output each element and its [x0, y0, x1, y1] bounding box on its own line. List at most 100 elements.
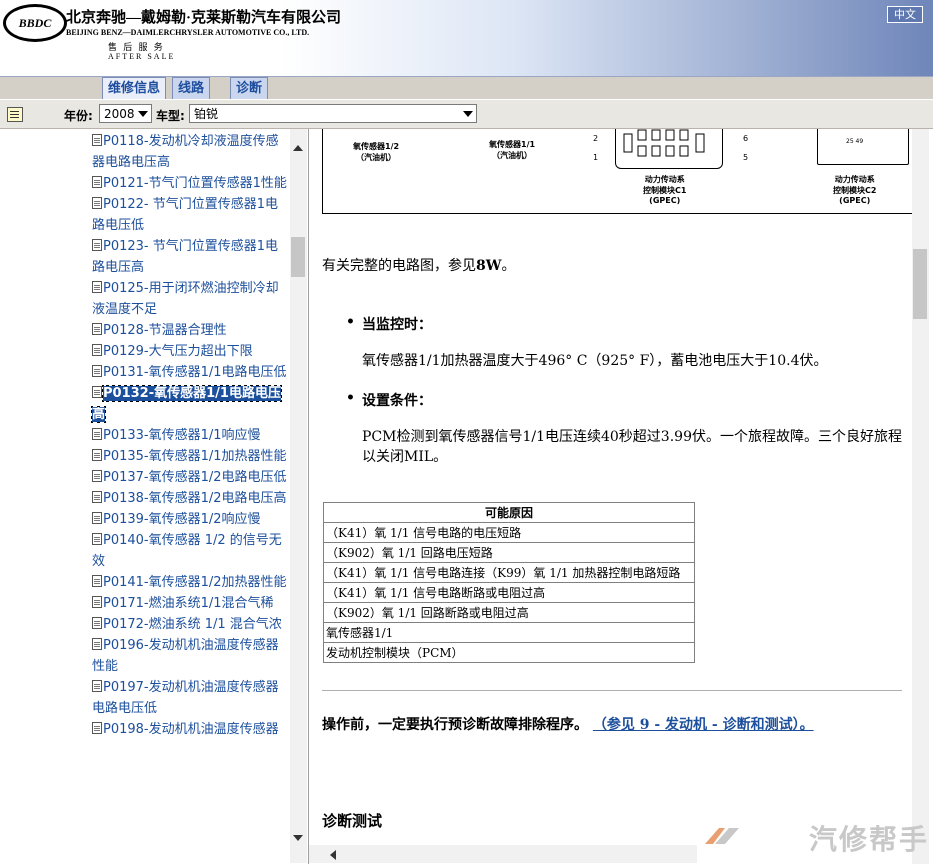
document-icon: [92, 722, 102, 734]
watermark-wrench-icon: [705, 828, 739, 844]
table-row: 发动机控制模块（PCM）: [323, 642, 695, 663]
language-button[interactable]: 中文: [887, 6, 923, 23]
tree-item[interactable]: P0122- 节气门位置传感器1电路电压低: [92, 194, 287, 236]
tree-item-label: P0122- 节气门位置传感器1电路电压低: [92, 197, 279, 233]
watermark-text: 汽修帮手: [808, 823, 929, 856]
tree-item-label: P0137-氧传感器1/2电路电压低: [103, 470, 287, 485]
table-row: （K902）氧 1/1 回路断路或电阻过高: [323, 602, 695, 623]
tree-item[interactable]: P0196-发动机机油温度传感器性能: [92, 635, 287, 677]
pcm-c2-line3: (GPEC): [839, 196, 871, 205]
document-icon: [92, 176, 102, 188]
circuit-diagram: 氧传感器1/2 （汽油机） 氧传感器1/1 （汽油机） 2 1 6 5 动力传动…: [322, 129, 913, 214]
table-row: （K41）氧 1/1 信号电路的电压短路: [323, 522, 695, 543]
scroll-up-icon[interactable]: [293, 145, 303, 151]
tree-scroll-thumb[interactable]: [291, 237, 305, 277]
tree-item-label: P0125-用于闭环燃油控制冷却液温度不足: [92, 281, 279, 317]
scroll-left-icon[interactable]: [330, 850, 336, 860]
navigation-tree-pane: P0118-发动机冷却液温度传感器电路电压高 P0121-节气门位置传感器1性能 P…: [0, 129, 309, 864]
pcm-c1-label: 动力传动系 控制模块C1 (GPEC): [643, 174, 686, 205]
diagnosis-reference-link[interactable]: （参见 9 - 发动机 - 诊断和测试）。: [593, 717, 814, 733]
after-sales-en: AFTER SALE: [108, 52, 176, 61]
tree-item[interactable]: P0135-氧传感器1/1加热器性能: [92, 446, 287, 467]
tree-item[interactable]: P0128-节温器合理性: [92, 320, 287, 341]
tree-item-label: P0121-节气门位置传感器1性能: [103, 176, 287, 191]
tree-item[interactable]: P0118-发动机冷却液温度传感器电路电压高: [92, 131, 287, 173]
chevron-down-icon: [463, 111, 473, 117]
document-icon: [92, 323, 102, 335]
pin-small-labels: 25 49: [846, 138, 864, 145]
tree-item-label: P0172-燃油系统 1/1 混合气浓: [103, 617, 282, 632]
tab-diagnosis[interactable]: 诊断: [230, 77, 269, 99]
document-icon: [92, 617, 102, 629]
tree-item-label: P0128-节温器合理性: [103, 323, 227, 338]
pcm-c2-line1: 动力传动系: [834, 175, 875, 184]
pcm-c1-line1: 动力传动系: [644, 175, 685, 184]
document-icon: [92, 533, 102, 545]
content-vertical-scrollbar[interactable]: [912, 129, 929, 864]
cause-cell: （K902）氧 1/1 回路电压短路: [323, 542, 695, 563]
document-icon: [92, 281, 102, 293]
document-icon: [92, 680, 102, 692]
document-icon: [92, 134, 102, 146]
tree-item-label: P0123- 节气门位置传感器1电路电压高: [92, 239, 279, 275]
tree-item[interactable]: P0132-氧传感器1/1电路电压高: [91, 383, 287, 425]
document-icon: [92, 449, 102, 461]
table-row: （K41）氧 1/1 信号电路断路或电阻过高: [323, 582, 695, 603]
tree-item[interactable]: P0123- 节气门位置传感器1电路电压高: [92, 236, 287, 278]
cause-cell: （K902）氧 1/1 回路断路或电阻过高: [323, 602, 695, 623]
bbdc-logo: BBDC: [3, 4, 67, 42]
year-select[interactable]: 2008: [99, 104, 152, 123]
logo-text: BBDC: [18, 15, 52, 30]
document-icon: [92, 575, 102, 587]
tree-item-label: P0132-氧传感器1/1电路电压高: [91, 385, 282, 423]
toolbar: 年份: 2008 车型: 铂锐: [0, 100, 933, 129]
tree-item[interactable]: P0198-发动机机油温度传感器: [92, 719, 287, 740]
document-icon: [92, 470, 102, 482]
tree-item[interactable]: P0121-节气门位置传感器1性能: [92, 173, 287, 194]
tree-item[interactable]: P0133-氧传感器1/1响应慢: [92, 425, 287, 446]
tree-item[interactable]: P0137-氧传感器1/2电路电压低: [92, 467, 287, 488]
tree-vertical-scrollbar[interactable]: [290, 129, 307, 863]
o2-12-line2: （汽油机）: [356, 153, 397, 162]
scroll-down-icon[interactable]: [293, 835, 303, 841]
tree-item[interactable]: P0171-燃油系统1/1混合气稀: [92, 593, 287, 614]
tree-item[interactable]: P0129-大气压力超出下限: [92, 341, 287, 362]
tree-item-label: P0135-氧传感器1/1加热器性能: [103, 449, 287, 464]
cause-cell: （K41）氧 1/1 信号电路断路或电阻过高: [323, 582, 695, 603]
tree-item[interactable]: P0139-氧传感器1/2响应慢: [92, 509, 287, 530]
model-select[interactable]: 铂锐: [189, 104, 477, 123]
tab-wiring[interactable]: 线路: [172, 77, 211, 99]
model-label: 车型:: [156, 109, 185, 123]
document-icon: [92, 512, 102, 524]
content-scroll-thumb[interactable]: [913, 249, 927, 319]
tree-item[interactable]: P0140-氧传感器 1/2 的信号无效: [92, 530, 287, 572]
content-horizontal-scrollbar[interactable]: [309, 845, 697, 863]
o2-12-line1: 氧传感器1/2: [353, 142, 400, 151]
tree-item[interactable]: P0125-用于闭环燃油控制冷却液温度不足: [92, 278, 287, 320]
preop-text: 操作前，一定要执行预诊断故障排除程序。: [322, 717, 588, 733]
tree-item-label: P0197-发动机机油温度传感器电路电压低: [92, 680, 279, 716]
cause-cell: （K41）氧 1/1 信号电路的电压短路: [323, 522, 695, 543]
document-icon: [92, 428, 102, 440]
tree-item-label: P0196-发动机机油温度传感器性能: [92, 638, 279, 674]
tree-item[interactable]: P0172-燃油系统 1/1 混合气浓: [92, 614, 287, 635]
pin-2: 2: [593, 134, 599, 143]
year-select-value: 2008: [104, 107, 135, 121]
cause-cell: （K41）氧 1/1 信号电路连接（K99）氧 1/1 加热器控制电路短路: [323, 562, 695, 583]
o2-sensor-12-label: 氧传感器1/2 （汽油机）: [353, 141, 399, 163]
tree-item[interactable]: P0138-氧传感器1/2电路电压高: [92, 488, 287, 509]
tree-item[interactable]: P0141-氧传感器1/2加热器性能: [92, 572, 287, 593]
tree-item-label: P0133-氧传感器1/1响应慢: [103, 428, 261, 443]
tree-item[interactable]: P0131-氧传感器1/1电路电压低: [92, 362, 287, 383]
tree-item[interactable]: P0197-发动机机油温度传感器电路电压低: [92, 677, 287, 719]
connector-pins-graphic: [623, 129, 705, 157]
table-row: 氧传感器1/1: [323, 622, 695, 643]
pcm-c1-line3: (GPEC): [649, 196, 681, 205]
tree-item-label: P0138-氧传感器1/2电路电压高: [103, 491, 287, 506]
toc-toggle-icon[interactable]: [7, 107, 23, 122]
causes-header: 可能原因: [323, 502, 695, 523]
year-label: 年份:: [64, 109, 93, 123]
tab-repair-info[interactable]: 维修信息: [102, 77, 167, 99]
pin-5: 5: [743, 153, 749, 162]
tree-item-label: P0198-发动机机油温度传感器: [103, 722, 279, 737]
